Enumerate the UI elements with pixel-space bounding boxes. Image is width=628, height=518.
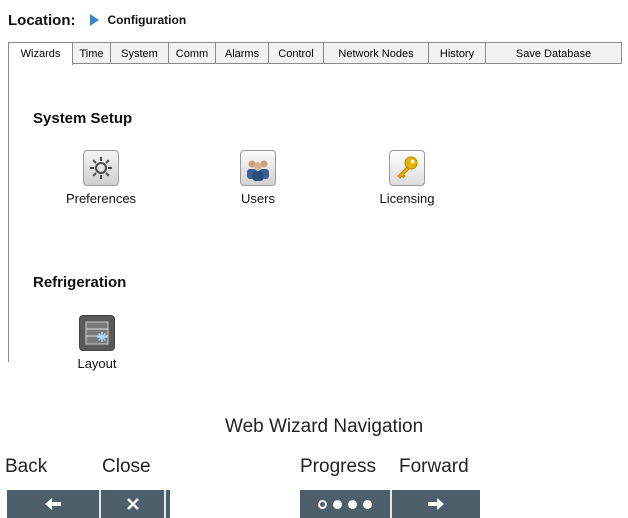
location-value[interactable]: Configuration xyxy=(108,13,187,27)
forward-legend-label: Forward xyxy=(399,456,469,477)
users-icon[interactable] xyxy=(240,150,276,186)
tab-bar: Wizards Time System Comm Alarms Control … xyxy=(8,42,622,65)
navigation-legend-title: Web Wizard Navigation xyxy=(225,416,424,437)
layout-label[interactable]: Layout xyxy=(77,356,116,371)
progress-dot xyxy=(348,499,357,509)
progress-dot-current xyxy=(318,499,327,509)
back-button[interactable] xyxy=(7,490,99,518)
tab-wizards[interactable]: Wizards xyxy=(9,43,73,65)
users-wizard[interactable]: Users xyxy=(203,150,313,206)
tab-time[interactable]: Time xyxy=(73,43,111,64)
tab-history[interactable]: History xyxy=(429,43,486,64)
gear-icon[interactable] xyxy=(83,150,119,186)
tab-save-database[interactable]: Save Database xyxy=(486,43,621,64)
location-label: Location: xyxy=(8,11,76,29)
layout-wizard[interactable]: Layout xyxy=(42,315,152,371)
content-panel-border xyxy=(8,64,9,362)
licensing-wizard[interactable]: Licensing xyxy=(352,150,462,206)
close-icon xyxy=(126,498,139,510)
tab-alarms[interactable]: Alarms xyxy=(216,43,269,64)
progress-legend-label: Progress xyxy=(300,456,377,477)
back-arrow-icon xyxy=(45,498,61,510)
forward-button[interactable] xyxy=(392,490,480,518)
wizard-nav-bar-left xyxy=(7,490,170,518)
users-label[interactable]: Users xyxy=(241,191,275,206)
close-button[interactable] xyxy=(101,490,164,518)
breadcrumb: Location: Configuration xyxy=(8,10,186,30)
close-legend-label: Close xyxy=(102,456,151,477)
tab-network-nodes[interactable]: Network Nodes xyxy=(324,43,429,64)
tab-system[interactable]: System xyxy=(111,43,169,64)
wizard-nav-bar-right xyxy=(300,490,480,518)
forward-arrow-icon xyxy=(428,498,444,510)
back-legend-label: Back xyxy=(5,456,48,477)
licensing-label[interactable]: Licensing xyxy=(380,191,435,206)
tab-comm[interactable]: Comm xyxy=(169,43,216,64)
preferences-wizard[interactable]: Preferences xyxy=(46,150,156,206)
tab-divider xyxy=(72,63,622,64)
section-title-refrigeration: Refrigeration xyxy=(33,274,127,291)
progress-dot xyxy=(333,499,342,509)
layout-icon[interactable] xyxy=(79,315,115,351)
section-title-system-setup: System Setup xyxy=(33,110,133,127)
progress-indicator xyxy=(300,490,390,518)
tab-control[interactable]: Control xyxy=(269,43,324,64)
nav-separator xyxy=(164,490,166,518)
preferences-label[interactable]: Preferences xyxy=(66,191,136,206)
key-icon[interactable] xyxy=(389,150,425,186)
progress-dot xyxy=(363,499,372,509)
breadcrumb-arrow-icon xyxy=(89,14,99,26)
